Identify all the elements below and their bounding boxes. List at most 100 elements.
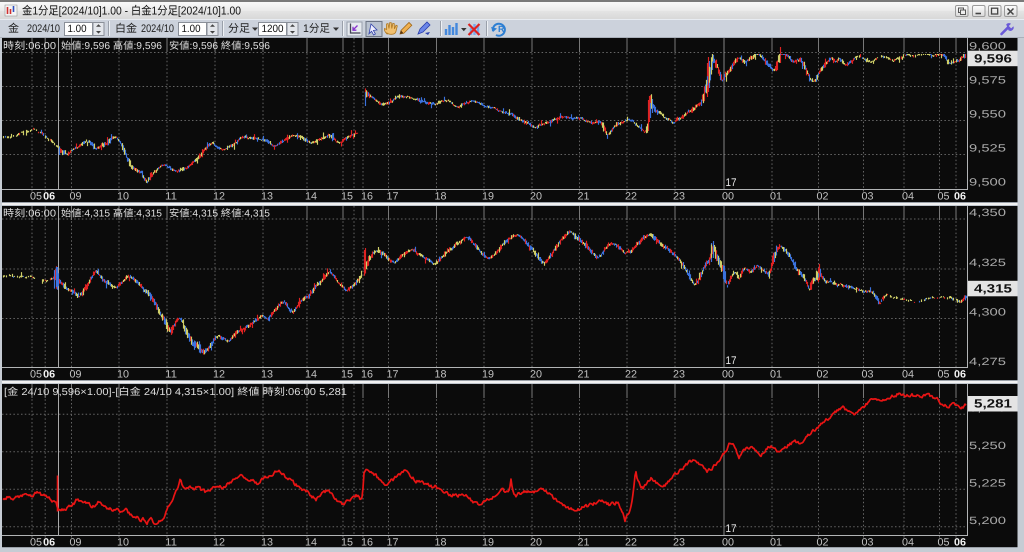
svg-text:05: 05 <box>30 369 42 381</box>
svg-text:1.00: 1.00 <box>68 23 87 35</box>
svg-text:17: 17 <box>726 177 737 189</box>
svg-text:14: 14 <box>305 369 317 381</box>
svg-text:10: 10 <box>117 191 129 203</box>
svg-text:9,500: 9,500 <box>969 177 1006 189</box>
svg-text:15: 15 <box>341 369 353 381</box>
svg-text:06: 06 <box>43 191 55 203</box>
svg-text:16: 16 <box>361 191 373 203</box>
svg-text:金: 金 <box>8 22 19 35</box>
svg-text:4,315: 4,315 <box>974 282 1012 296</box>
svg-text:21: 21 <box>578 191 590 203</box>
svg-text:安値:9,596 終値:9,596: 安値:9,596 終値:9,596 <box>169 40 270 52</box>
svg-text:16: 16 <box>361 537 373 549</box>
svg-text:分足: 分足 <box>228 22 250 35</box>
svg-text:11: 11 <box>165 537 177 549</box>
svg-text:04: 04 <box>902 537 914 549</box>
svg-text:21: 21 <box>578 369 590 381</box>
svg-text:03: 03 <box>862 191 874 203</box>
svg-text:白金: 白金 <box>115 22 137 35</box>
svg-text:12: 12 <box>213 537 225 549</box>
svg-text:06: 06 <box>43 537 55 549</box>
svg-text:17: 17 <box>726 523 737 535</box>
svg-text:始値:9,596 高値:9,596: 始値:9,596 高値:9,596 <box>61 40 162 52</box>
svg-text:19: 19 <box>482 191 494 203</box>
svg-text:02: 02 <box>817 191 829 203</box>
svg-text:5,225: 5,225 <box>969 477 1006 489</box>
svg-text:02: 02 <box>817 369 829 381</box>
svg-text:01: 01 <box>770 537 782 549</box>
svg-text:19: 19 <box>482 537 494 549</box>
svg-text:安値:4,315 終値:4,315: 安値:4,315 終値:4,315 <box>169 208 270 220</box>
svg-text:始値:4,315 高値:4,315: 始値:4,315 高値:4,315 <box>61 208 162 220</box>
svg-text:09: 09 <box>70 369 82 381</box>
svg-text:21: 21 <box>578 537 590 549</box>
svg-text:4,275: 4,275 <box>969 356 1006 368</box>
svg-text:22: 22 <box>625 369 637 381</box>
svg-text:04: 04 <box>902 369 914 381</box>
svg-text:12: 12 <box>213 369 225 381</box>
svg-text:5,281: 5,281 <box>974 397 1012 411</box>
svg-text:19: 19 <box>482 369 494 381</box>
svg-text:17: 17 <box>387 369 399 381</box>
svg-text:22: 22 <box>625 537 637 549</box>
svg-text:10: 10 <box>117 369 129 381</box>
svg-text:4,350: 4,350 <box>969 207 1006 219</box>
svg-text:1.00: 1.00 <box>182 23 201 35</box>
svg-text:9,550: 9,550 <box>969 109 1006 121</box>
svg-text:00: 00 <box>722 537 734 549</box>
svg-text:17: 17 <box>387 191 399 203</box>
svg-text:06: 06 <box>954 369 966 381</box>
svg-text:02: 02 <box>817 537 829 549</box>
svg-text:9,575: 9,575 <box>969 75 1006 87</box>
svg-text:06: 06 <box>954 191 966 203</box>
svg-text:05: 05 <box>938 537 950 549</box>
svg-text:13: 13 <box>261 191 273 203</box>
svg-text:18: 18 <box>435 537 447 549</box>
svg-text:2024/10: 2024/10 <box>27 23 60 35</box>
svg-text:09: 09 <box>70 537 82 549</box>
svg-text:時刻:06:00: 時刻:06:00 <box>3 208 56 220</box>
svg-text:11: 11 <box>165 191 177 203</box>
svg-text:17: 17 <box>726 355 737 367</box>
svg-text:09: 09 <box>70 191 82 203</box>
svg-text:15: 15 <box>341 191 353 203</box>
svg-text:14: 14 <box>305 191 317 203</box>
svg-text:4,300: 4,300 <box>969 307 1006 319</box>
svg-text:金1分足[2024/10]1.00 - 白金1分足[2024: 金1分足[2024/10]1.00 - 白金1分足[2024/10]1.00 <box>22 5 241 18</box>
svg-text:06: 06 <box>43 369 55 381</box>
svg-text:01: 01 <box>770 191 782 203</box>
svg-text:20: 20 <box>530 369 542 381</box>
svg-text:18: 18 <box>435 369 447 381</box>
svg-text:06: 06 <box>954 537 966 549</box>
svg-text:20: 20 <box>530 191 542 203</box>
svg-text:10: 10 <box>117 537 129 549</box>
svg-text:00: 00 <box>722 191 734 203</box>
svg-text:23: 23 <box>673 191 685 203</box>
svg-text:03: 03 <box>862 537 874 549</box>
svg-text:2024/10: 2024/10 <box>141 23 174 35</box>
svg-text:05: 05 <box>30 191 42 203</box>
svg-text:22: 22 <box>625 191 637 203</box>
svg-text:05: 05 <box>30 537 42 549</box>
svg-text:17: 17 <box>387 537 399 549</box>
svg-text:13: 13 <box>261 369 273 381</box>
svg-text:05: 05 <box>938 369 950 381</box>
svg-text:9,525: 9,525 <box>969 143 1006 155</box>
svg-text:1200: 1200 <box>262 23 284 35</box>
svg-text:1分足: 1分足 <box>303 22 330 35</box>
svg-text:5,250: 5,250 <box>969 440 1006 452</box>
svg-text:18: 18 <box>435 191 447 203</box>
svg-text:23: 23 <box>673 537 685 549</box>
svg-text:16: 16 <box>361 369 373 381</box>
svg-text:R: R <box>498 24 505 34</box>
svg-text:14: 14 <box>305 537 317 549</box>
svg-text:15: 15 <box>341 537 353 549</box>
svg-text:01: 01 <box>770 369 782 381</box>
svg-text:5,200: 5,200 <box>969 515 1006 527</box>
svg-text:20: 20 <box>530 537 542 549</box>
svg-text:4,325: 4,325 <box>969 257 1006 269</box>
svg-text:00: 00 <box>722 369 734 381</box>
svg-text:9,596: 9,596 <box>974 51 1012 65</box>
svg-text:12: 12 <box>213 191 225 203</box>
svg-text:03: 03 <box>862 369 874 381</box>
